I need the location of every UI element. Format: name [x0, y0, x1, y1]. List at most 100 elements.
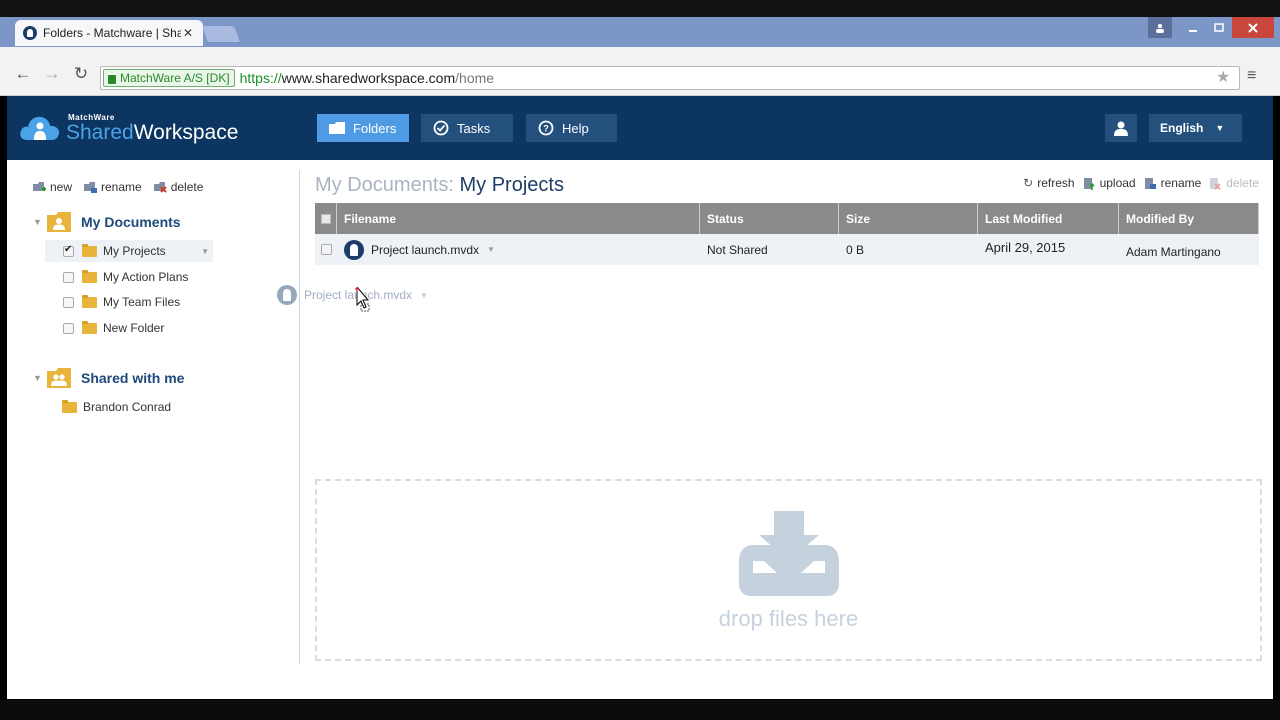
select-all-checkbox[interactable]	[315, 203, 337, 234]
upload-icon	[1083, 177, 1096, 190]
rename-folder-button[interactable]: rename	[84, 180, 142, 194]
cell-last-modified: April 29, 2015	[985, 240, 1066, 255]
logo-shared-text: Shared	[66, 121, 134, 144]
cell-filename[interactable]: Project launch.mvdx ▼	[337, 234, 700, 265]
sidebar-item-label: Brandon Conrad	[83, 400, 172, 414]
upload-button[interactable]: upload	[1083, 176, 1136, 190]
row-checkbox[interactable]	[315, 234, 337, 265]
app-header: MatchWare SharedWorkspace Folders Tasks …	[7, 96, 1273, 160]
refresh-button[interactable]: ↻ refresh	[1023, 176, 1074, 190]
file-actions: ↻ refresh upload rename delete	[1023, 176, 1259, 190]
browser-tab[interactable]: Folders - Matchware | Sha ✕	[15, 20, 203, 46]
tree-root-my-documents[interactable]: ▼ My Documents	[33, 212, 181, 232]
table-header: Filename Status Size Last Modified Modif…	[315, 203, 1259, 234]
expand-triangle-icon[interactable]: ▼	[33, 373, 47, 383]
sidebar-divider	[299, 170, 300, 664]
ev-certificate-badge[interactable]: MatchWare A/S [DK]	[103, 69, 235, 87]
drop-zone[interactable]: drop files here	[315, 479, 1262, 661]
rename-label: rename	[101, 180, 142, 194]
url-scheme: https://	[239, 70, 282, 86]
chevron-down-icon: ▼	[1215, 123, 1225, 133]
screen-bottom-bar	[0, 700, 1280, 720]
lock-icon	[108, 74, 116, 84]
back-arrow-icon[interactable]: ←	[13, 64, 33, 84]
folder-icon	[82, 294, 97, 308]
folder-menu-icon[interactable]: ▼	[201, 247, 209, 256]
sidebar-item-new-folder[interactable]: New Folder	[45, 317, 213, 339]
tree-root-shared-with-me[interactable]: ▼ Shared with me	[33, 368, 184, 388]
sidebar-item-label: New Folder	[103, 321, 165, 335]
column-last-modified[interactable]: Last Modified	[978, 203, 1119, 234]
screen-top-bar	[0, 0, 1280, 17]
expand-triangle-icon[interactable]: ▼	[33, 217, 47, 227]
rename-file-label: rename	[1160, 176, 1202, 190]
user-icon	[1114, 121, 1128, 136]
folder-icon	[82, 269, 97, 283]
delete-file-button[interactable]: delete	[1209, 176, 1259, 190]
window-close-icon[interactable]	[1232, 17, 1274, 38]
nav-tasks-tab[interactable]: Tasks	[421, 114, 513, 142]
browser-menu-icon[interactable]: ≡	[1247, 67, 1256, 85]
refresh-icon: ↻	[1023, 176, 1034, 190]
sidebar-item-my-team-files[interactable]: My Team Files	[45, 291, 213, 313]
user-folder-icon	[47, 212, 71, 232]
table-row[interactable]: Project launch.mvdx ▼ Not Shared 0 B Apr…	[315, 234, 1259, 265]
window-maximize-icon[interactable]	[1206, 17, 1232, 38]
reload-icon[interactable]: ↻	[71, 64, 91, 84]
delete-file-label: delete	[1226, 176, 1259, 190]
window-minimize-icon[interactable]	[1180, 17, 1206, 38]
folder-icon	[62, 399, 77, 413]
forward-arrow-icon[interactable]: →	[42, 64, 62, 84]
rename-file-icon	[1144, 177, 1157, 189]
language-label: English	[1160, 121, 1204, 135]
folder-checkbox[interactable]	[63, 271, 74, 283]
my-documents-label: My Documents	[81, 214, 181, 230]
new-tab-button[interactable]	[202, 26, 240, 42]
breadcrumb-parent[interactable]: My Documents:	[315, 174, 454, 196]
filename-text: Project launch.mvdx	[371, 242, 480, 257]
folder-checkbox[interactable]	[63, 296, 74, 308]
column-status[interactable]: Status	[700, 203, 839, 234]
cell-modified-by: Adam Martingano	[1126, 244, 1221, 259]
url-path: /home	[455, 70, 495, 86]
cell-size: 0 B	[846, 242, 865, 257]
rename-folder-icon	[84, 181, 98, 193]
file-menu-icon: ▼	[420, 290, 428, 300]
column-modified-by[interactable]: Modified By	[1119, 203, 1259, 234]
app-page: MatchWare SharedWorkspace Folders Tasks …	[7, 96, 1273, 699]
delete-label: delete	[170, 180, 204, 194]
user-account-button[interactable]	[1105, 114, 1137, 142]
folder-checkbox[interactable]	[63, 244, 74, 257]
download-tray-icon	[739, 511, 839, 596]
mindview-file-icon	[277, 285, 297, 305]
cell-status: Not Shared	[707, 242, 768, 257]
sidebar-actions: new rename delete	[33, 180, 203, 194]
page-title: My Projects	[459, 174, 564, 196]
sidebar-item-my-projects[interactable]: My Projects ▼	[45, 240, 213, 262]
delete-folder-button[interactable]: delete	[153, 180, 204, 194]
column-size[interactable]: Size	[839, 203, 978, 234]
file-table: Filename Status Size Last Modified Modif…	[315, 203, 1259, 265]
new-folder-button[interactable]: new	[33, 180, 72, 194]
window-user-icon[interactable]	[1148, 17, 1172, 38]
nav-tasks-label: Tasks	[457, 120, 491, 136]
address-bar[interactable]: MatchWare A/S [DK] https://www.sharedwor…	[100, 66, 1240, 90]
language-selector[interactable]: English ▼	[1149, 114, 1242, 142]
drop-files-text: drop files here	[718, 606, 859, 631]
file-menu-icon[interactable]: ▼	[487, 245, 495, 254]
sidebar-item-my-action-plans[interactable]: My Action Plans	[45, 266, 213, 288]
nav-folders-tab[interactable]: Folders	[317, 114, 409, 142]
bookmark-star-icon[interactable]: ★	[1216, 67, 1230, 87]
tab-close-icon[interactable]: ✕	[181, 26, 195, 40]
check-circle-icon	[433, 120, 449, 136]
tab-title: Folders - Matchware | Sha	[43, 26, 181, 40]
drag-ghost-file: Project launch.mvdx ▼	[277, 285, 428, 305]
upload-label: upload	[1099, 176, 1136, 190]
nav-help-tab[interactable]: ? Help	[526, 114, 617, 142]
rename-file-button[interactable]: rename	[1144, 176, 1202, 190]
sharedworkspace-logo[interactable]: MatchWare SharedWorkspace	[19, 111, 259, 147]
folder-checkbox[interactable]	[63, 322, 74, 334]
column-filename[interactable]: Filename	[337, 203, 700, 234]
url-host: www.sharedworkspace.com	[281, 70, 456, 86]
sidebar-item-brandon-conrad[interactable]: Brandon Conrad	[45, 396, 213, 418]
